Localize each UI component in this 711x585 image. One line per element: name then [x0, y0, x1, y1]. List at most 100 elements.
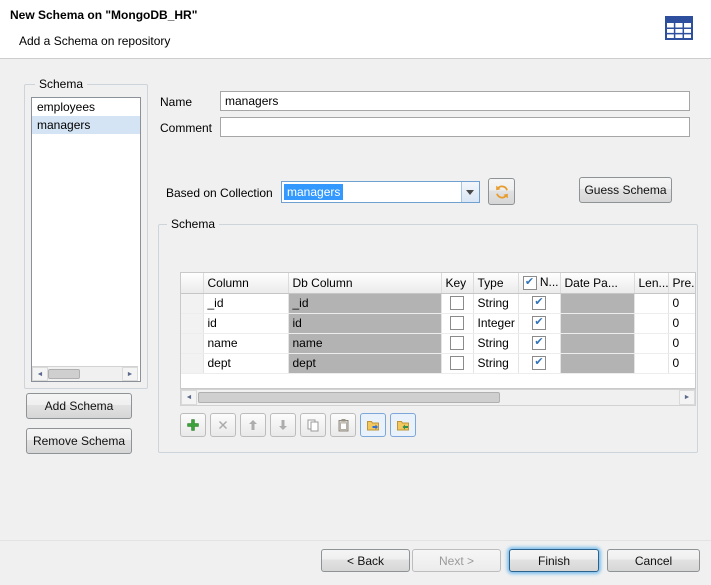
add-row-icon: [186, 418, 200, 432]
row-selector[interactable]: [181, 333, 203, 353]
row-selector[interactable]: [181, 293, 203, 313]
wizard-header: New Schema on "MongoDB_HR" Add a Schema …: [0, 0, 711, 59]
cell-key[interactable]: [441, 333, 473, 353]
table-row: _id _id String 0: [181, 293, 695, 313]
cell-type[interactable]: String: [473, 293, 518, 313]
name-input[interactable]: [220, 91, 690, 111]
list-item-employees[interactable]: employees: [32, 98, 140, 116]
cell-nullable[interactable]: [518, 293, 560, 313]
cancel-button[interactable]: Cancel: [607, 549, 700, 572]
column-header-precision: Pre...: [668, 273, 695, 293]
wizard-title: New Schema on "MongoDB_HR": [10, 8, 197, 22]
back-button[interactable]: < Back: [321, 549, 410, 572]
schema-list-group-label: Schema: [35, 77, 87, 91]
table-horizontal-scrollbar[interactable]: ◄ ►: [180, 389, 696, 406]
guess-schema-button[interactable]: Guess Schema: [579, 177, 672, 203]
column-header-key: Key: [441, 273, 473, 293]
cell-column[interactable]: _id: [203, 293, 288, 313]
cell-precision[interactable]: 0: [668, 313, 695, 333]
cell-db-column: name: [288, 333, 441, 353]
nullable-select-all-checkbox[interactable]: [523, 276, 537, 290]
column-header-column: Column: [203, 273, 288, 293]
cell-db-column: id: [288, 313, 441, 333]
move-up-icon: [246, 418, 260, 432]
cell-length[interactable]: [634, 313, 668, 333]
key-checkbox[interactable]: [450, 356, 464, 370]
nullable-checkbox[interactable]: [532, 356, 546, 370]
schema-table-toolbar: [180, 413, 416, 437]
cell-precision[interactable]: 0: [668, 293, 695, 313]
cell-column[interactable]: id: [203, 313, 288, 333]
combo-dropdown-button[interactable]: [461, 182, 479, 202]
add-schema-button[interactable]: Add Schema: [26, 393, 132, 419]
cell-type[interactable]: String: [473, 333, 518, 353]
move-down-button[interactable]: [270, 413, 296, 437]
copy-button[interactable]: [300, 413, 326, 437]
list-item-managers[interactable]: managers: [32, 116, 140, 134]
cell-date-pattern: [560, 333, 634, 353]
schema-list-group: Schema employees managers ◄ ►: [24, 84, 148, 389]
cell-precision[interactable]: 0: [668, 333, 695, 353]
cell-precision[interactable]: 0: [668, 353, 695, 373]
finish-button[interactable]: Finish: [509, 549, 599, 572]
row-selector[interactable]: [181, 353, 203, 373]
new-schema-wizard-dialog: New Schema on "MongoDB_HR" Add a Schema …: [0, 0, 711, 585]
table-row: id id Integer 0: [181, 313, 695, 333]
collection-selected-value: managers: [284, 184, 343, 200]
paste-button[interactable]: [330, 413, 356, 437]
key-checkbox[interactable]: [450, 336, 464, 350]
row-selector[interactable]: [181, 313, 203, 333]
key-checkbox[interactable]: [450, 296, 464, 310]
nullable-checkbox[interactable]: [532, 316, 546, 330]
import-schema-button[interactable]: [360, 413, 386, 437]
import-schema-icon: [366, 418, 380, 432]
nullable-checkbox[interactable]: [532, 336, 546, 350]
scroll-right-arrow-icon[interactable]: ►: [122, 367, 138, 381]
column-header-type: Type: [473, 273, 518, 293]
column-header-date-pattern: Date Pa...: [560, 273, 634, 293]
comment-input[interactable]: [220, 117, 690, 137]
scroll-left-arrow-icon[interactable]: ◄: [32, 367, 48, 381]
schema-table-group-label: Schema: [167, 217, 219, 231]
footer-separator: [0, 540, 711, 541]
export-schema-icon: [396, 418, 410, 432]
cell-key[interactable]: [441, 293, 473, 313]
cell-date-pattern: [560, 353, 634, 373]
cell-length[interactable]: [634, 293, 668, 313]
add-row-button[interactable]: [180, 413, 206, 437]
nullable-header-label: N...: [540, 275, 559, 289]
schema-list[interactable]: employees managers ◄ ►: [31, 97, 141, 382]
scrollbar-thumb[interactable]: [48, 369, 80, 379]
column-header-nullable: N...: [518, 273, 560, 293]
cell-nullable[interactable]: [518, 333, 560, 353]
scroll-right-arrow-icon[interactable]: ►: [679, 390, 695, 405]
collection-combobox[interactable]: managers: [281, 181, 480, 203]
move-up-button[interactable]: [240, 413, 266, 437]
chevron-down-icon: [466, 190, 474, 195]
scroll-left-arrow-icon[interactable]: ◄: [181, 390, 197, 405]
remove-row-button[interactable]: [210, 413, 236, 437]
cell-length[interactable]: [634, 353, 668, 373]
column-header-db-column: Db Column: [288, 273, 441, 293]
copy-icon: [306, 418, 320, 432]
remove-schema-button[interactable]: Remove Schema: [26, 428, 132, 454]
scrollbar-thumb[interactable]: [198, 392, 500, 403]
nullable-checkbox[interactable]: [532, 296, 546, 310]
cell-column[interactable]: name: [203, 333, 288, 353]
table-row: name name String 0: [181, 333, 695, 353]
export-schema-button[interactable]: [390, 413, 416, 437]
schema-list-horizontal-scrollbar[interactable]: ◄ ►: [32, 366, 138, 381]
refresh-collections-button[interactable]: [488, 178, 515, 205]
next-button: Next >: [412, 549, 501, 572]
cell-type[interactable]: String: [473, 353, 518, 373]
cell-column[interactable]: dept: [203, 353, 288, 373]
cell-key[interactable]: [441, 313, 473, 333]
cell-length[interactable]: [634, 333, 668, 353]
key-checkbox[interactable]: [450, 316, 464, 330]
row-selector-header: [181, 273, 203, 293]
cell-key[interactable]: [441, 353, 473, 373]
table-grid-icon: [663, 12, 695, 44]
cell-nullable[interactable]: [518, 313, 560, 333]
cell-type[interactable]: Integer: [473, 313, 518, 333]
cell-nullable[interactable]: [518, 353, 560, 373]
